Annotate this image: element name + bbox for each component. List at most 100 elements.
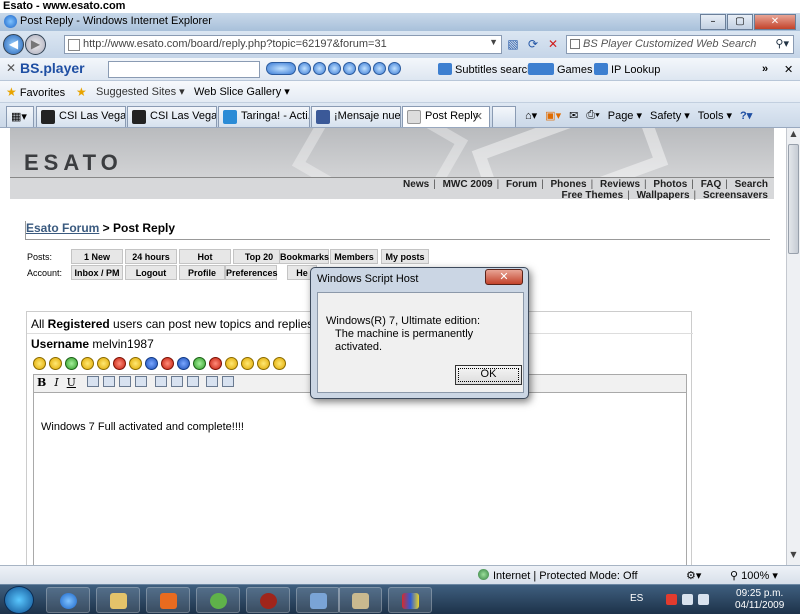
account-preferences[interactable]: Preferences [225, 265, 278, 280]
page-menu[interactable]: Page ▾ [608, 109, 642, 122]
games-button[interactable]: Games [528, 63, 592, 76]
scrollbar-thumb[interactable] [788, 144, 799, 254]
add-favorite-icon[interactable]: ★ [76, 85, 87, 99]
link-icon[interactable] [119, 376, 132, 387]
taskbar-paint[interactable] [338, 587, 382, 613]
toolbar-close-icon[interactable]: ✕ [784, 63, 793, 76]
smiley-icon[interactable] [177, 357, 190, 370]
message-editor[interactable]: Windows 7 Full activated and complete!!!… [33, 392, 687, 565]
nav-free-themes[interactable]: Free Themes [561, 190, 623, 201]
smiley-icon[interactable] [33, 357, 46, 370]
rss-icon[interactable]: ▣▾ [545, 109, 561, 122]
clock[interactable]: 09:25 p.m. 04/11/2009 [735, 588, 784, 612]
scroll-up-icon[interactable]: ▲ [787, 129, 800, 143]
tab-taringa[interactable]: Taringa! - Acti... [218, 106, 310, 127]
account-profile[interactable]: Profile [179, 265, 225, 280]
nav-wallpapers[interactable]: Wallpapers [637, 190, 690, 201]
ok-button[interactable]: OK [455, 365, 522, 385]
volume-icon[interactable] [373, 62, 386, 75]
quick-tabs-button[interactable]: ▦▾ [6, 106, 34, 127]
chevron-down-icon[interactable]: ▼ [489, 37, 498, 47]
nav-search[interactable]: Search [735, 179, 768, 190]
ordered-list-icon[interactable] [154, 376, 167, 387]
smiley-icon[interactable] [273, 357, 286, 370]
print-icon[interactable]: ⎙▾ [586, 109, 599, 122]
tab-post-reply[interactable]: Post Reply ✕ [402, 106, 490, 127]
posts-new[interactable]: 1 New [71, 249, 123, 264]
nav-mwc[interactable]: MWC 2009 [443, 179, 493, 190]
tab-facebook[interactable]: ¡Mensaje nuev... [311, 106, 401, 127]
stop-icon[interactable]: ✕ [545, 36, 561, 52]
forward-media-icon[interactable] [358, 62, 371, 75]
nav-screensavers[interactable]: Screensavers [703, 190, 768, 201]
toolbar-overflow-icon[interactable]: » [762, 63, 768, 75]
maximize-button[interactable]: ▢ [727, 14, 753, 30]
action-center-icon[interactable] [666, 594, 677, 605]
close-button[interactable]: ✕ [754, 14, 796, 30]
search-input[interactable]: BS Player Customized Web Search ⚲▾ [566, 35, 794, 54]
close-toolbar-icon[interactable]: ✕ [6, 61, 16, 75]
ip-lookup-button[interactable]: IP Lookup [594, 63, 660, 76]
unordered-list-icon[interactable] [170, 376, 183, 387]
taskbar-messenger[interactable] [196, 587, 240, 613]
refresh-icon[interactable]: ⟳ [525, 36, 541, 52]
posts-my[interactable]: My posts [381, 249, 429, 264]
italic-icon[interactable]: I [54, 376, 58, 389]
bold-icon[interactable]: B [37, 376, 46, 389]
smiley-icon[interactable] [241, 357, 254, 370]
compatibility-icon[interactable]: ▧ [505, 36, 521, 52]
underline-icon[interactable]: U [67, 376, 76, 389]
start-button[interactable] [4, 586, 34, 614]
subtitles-search-button[interactable]: Subtitles search [438, 63, 533, 76]
breadcrumb-forum-link[interactable]: Esato Forum [26, 221, 99, 235]
smiley-icon[interactable] [49, 357, 62, 370]
smiley-icon[interactable] [193, 357, 206, 370]
help-icon[interactable]: ?▾ [740, 109, 752, 122]
nav-faq[interactable]: FAQ [701, 179, 722, 190]
smiley-icon[interactable] [65, 357, 78, 370]
nav-news[interactable]: News [403, 179, 429, 190]
smiley-icon[interactable] [129, 357, 142, 370]
stop-media-icon[interactable] [343, 62, 356, 75]
paste-icon[interactable] [103, 376, 116, 387]
smiley-icon[interactable] [209, 357, 222, 370]
posts-bookmarks[interactable]: Bookmarks [279, 249, 329, 264]
go-button[interactable] [266, 62, 296, 75]
account-inbox[interactable]: Inbox / PM [71, 265, 123, 280]
rule-icon[interactable] [186, 376, 199, 387]
nav-forum[interactable]: Forum [506, 179, 537, 190]
taskbar-app[interactable] [246, 587, 290, 613]
volume-tray-icon[interactable] [698, 594, 709, 605]
posts-members[interactable]: Members [330, 249, 378, 264]
rewind-icon[interactable] [298, 62, 311, 75]
smiley-icon[interactable] [81, 357, 94, 370]
smiley-icon[interactable] [97, 357, 110, 370]
smiley-icon[interactable] [257, 357, 270, 370]
tab-csi-1[interactable]: CSI Las Vegas ... [36, 106, 126, 127]
tools-menu[interactable]: Tools ▾ [698, 109, 732, 122]
safety-menu[interactable]: Safety ▾ [650, 109, 690, 122]
smiley-icon[interactable] [113, 357, 126, 370]
home-icon[interactable]: ⌂▾ [525, 109, 537, 122]
taskbar-media[interactable] [146, 587, 190, 613]
language-indicator[interactable]: ES [630, 593, 643, 604]
play-icon[interactable] [313, 62, 326, 75]
save-icon[interactable] [222, 376, 235, 387]
posts-top20[interactable]: Top 20 [233, 249, 285, 264]
taskbar-network[interactable] [296, 587, 340, 613]
smiley-icon[interactable] [161, 357, 174, 370]
posts-24h[interactable]: 24 hours [125, 249, 177, 264]
nav-phones[interactable]: Phones [550, 179, 586, 190]
address-field[interactable]: http://www.esato.com/board/reply.php?top… [64, 35, 502, 54]
copy-icon[interactable] [87, 376, 100, 387]
web-slice-gallery-button[interactable]: Web Slice Gallery ▾ [194, 85, 290, 98]
smiley-icon[interactable] [225, 357, 238, 370]
scroll-down-icon[interactable]: ▼ [787, 550, 800, 564]
taskbar-explorer[interactable] [96, 587, 140, 613]
taskbar-blocks[interactable] [388, 587, 432, 613]
forward-button[interactable]: ▶ [25, 34, 46, 55]
zoom-control[interactable]: ⚲ 100% ▾ [730, 569, 778, 582]
image-icon[interactable] [206, 376, 219, 387]
favorites-button[interactable]: ★ Favorites [6, 85, 65, 99]
esato-logo[interactable]: ESATO [24, 150, 123, 176]
